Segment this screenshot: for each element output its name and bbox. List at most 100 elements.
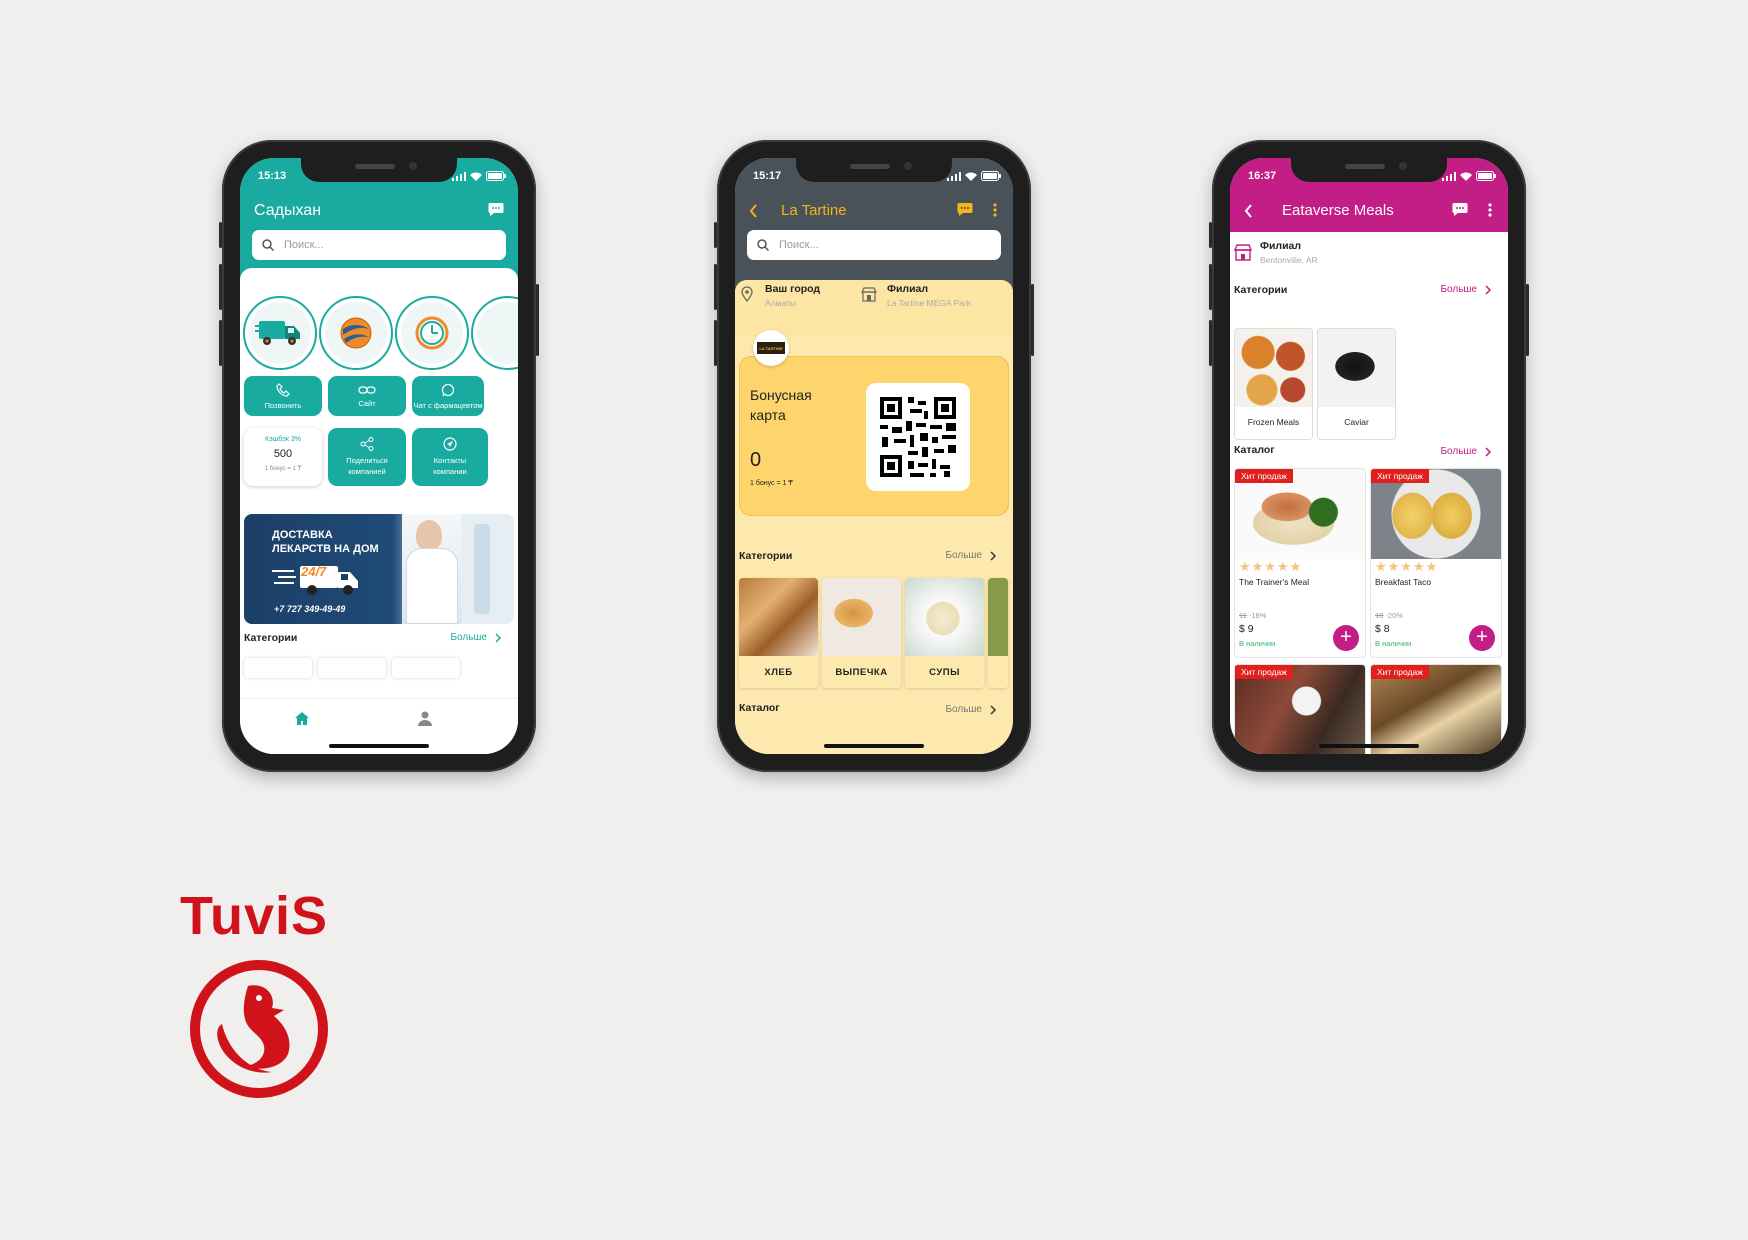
page-title: Eataverse Meals [1282,202,1394,219]
status-time: 15:13 [258,170,287,182]
call-label: Позвонить [264,400,302,410]
page-title: Садыхан [254,202,322,219]
add-to-cart-button[interactable]: + [1469,625,1495,651]
categories-more-link[interactable]: Больше [945,550,997,561]
share-company-button[interactable]: Поделиться компанией [328,428,406,486]
navigation-icon [443,437,457,451]
wifi-icon [470,172,482,181]
battery-icon [1476,171,1496,181]
call-button[interactable]: Позвонить [244,376,322,416]
product-card[interactable]: Хит продаж ★★★★★ Breakfast Taco 10 -20% … [1370,468,1502,658]
category-pastry[interactable]: ВЫПЕЧКА [822,578,901,688]
clock-icon [415,316,449,350]
bonus-card[interactable]: Бонусная карта 0 1 бонус = 1 ₸ [739,356,1009,516]
delivery-banner[interactable]: ДОСТАВКА ЛЕКАРСТВ НА ДОМ 24/7 +7 727 349… [244,514,514,624]
wifi-icon [965,172,977,181]
branch-value: Bentonville, AR [1260,255,1318,265]
status-time: 16:37 [1248,170,1277,182]
pharmacist-chat-button[interactable]: Чат с фармацевтом [412,376,484,416]
profile-icon[interactable] [418,711,432,731]
category-card[interactable] [392,658,460,678]
medicine-shelf-image [462,514,514,624]
category-label: Frozen Meals [1247,417,1300,427]
location-pin-icon [741,286,753,302]
more-label: Больше [945,704,982,715]
more-label: Больше [450,632,487,643]
qr-code-card[interactable] [866,383,970,491]
brand-logo: LA TARTINE [753,330,789,366]
cashback-card[interactable]: Кэшбэк 3% 500 1 бонус = 1 ₸ [244,428,322,486]
branch-selector[interactable]: Филиал La Tartine MEGA Park [887,283,981,308]
service-delivery[interactable] [243,296,317,370]
product-old-price: 11 -18% [1239,611,1267,620]
category-caviar[interactable]: Caviar [1317,328,1396,440]
category-soups[interactable]: СУПЫ [905,578,984,688]
home-indicator [824,744,924,748]
search-input[interactable]: Поиск... [252,230,506,260]
catalog-title: Каталог [1234,444,1275,456]
categories-more-link[interactable]: Больше [450,632,502,643]
search-placeholder: Поиск... [779,239,819,251]
category-card[interactable] [244,658,312,678]
link-icon [358,385,376,394]
back-arrow-icon[interactable] [1244,204,1253,218]
banner-headline: ДОСТАВКА ЛЕКАРСТВ НА ДОМ [272,528,379,556]
category-frozen-meals[interactable]: Frozen Meals [1234,328,1313,440]
search-input[interactable]: Поиск... [747,230,1001,260]
service-logo[interactable] [319,296,393,370]
product-card[interactable]: Хит продаж [1234,664,1366,754]
city-selector[interactable]: Ваш город Алматы [765,283,820,308]
home-icon[interactable] [294,711,310,731]
category-bread[interactable]: ХЛЕБ [739,578,818,688]
catalog-more-link[interactable]: Больше [945,704,997,715]
soup-image [905,578,984,656]
mute-switch [219,222,222,248]
category-more[interactable] [988,578,1008,688]
catalog-more-link[interactable]: Больше [1440,446,1492,457]
chevron-right-icon [990,550,997,561]
rating-stars: ★★★★★ [1375,559,1439,574]
doctor-image [402,514,462,624]
bird-logo-icon [190,960,328,1098]
category-label: Caviar [1344,417,1369,427]
product-stock: В наличии [1375,639,1412,648]
company-contacts-button[interactable]: Контакты компании [412,428,488,486]
add-to-cart-button[interactable]: + [1333,625,1359,651]
signal-icon [947,171,961,181]
chat-icon[interactable] [488,202,504,217]
product-card[interactable]: Хит продаж ★★★★★ The Trainer's Meal 11 -… [1234,468,1366,658]
product-card[interactable]: Хит продаж [1370,664,1502,754]
share-label: Поделиться компанией [346,456,388,476]
back-arrow-icon[interactable] [749,204,758,218]
website-button[interactable]: Сайт [328,376,406,416]
search-icon [757,239,769,251]
branch-selector[interactable]: Филиал Bentonville, AR [1260,240,1318,265]
globe-logo-icon [340,317,372,349]
volume-down-button [714,320,717,366]
store-icon [861,287,877,302]
product-stock: В наличии [1239,639,1276,648]
banner-line1: ДОСТАВКА [272,529,333,541]
chat-icon[interactable] [957,202,973,217]
status-time: 15:17 [753,170,782,182]
service-more[interactable] [471,296,518,370]
chat-icon[interactable] [1452,202,1468,217]
home-indicator [329,744,429,748]
category-label: ВЫПЕЧКА [822,656,901,688]
product-name: The Trainer's Meal [1239,577,1310,587]
signal-icon [1442,171,1456,181]
cashback-title: Кэшбэк 3% [265,436,301,443]
mute-switch [1209,222,1212,248]
search-placeholder: Поиск... [284,239,324,251]
screen: 15:17 La Tartine Поиск... Ваш город Алма… [735,158,1013,754]
chevron-right-icon [495,632,502,643]
more-vert-icon[interactable] [1488,203,1492,217]
branch-label: Филиал [887,283,929,295]
cashback-rate: 1 бонус = 1 ₸ [264,466,302,472]
branch-label: Филиал [1260,240,1302,252]
service-hours[interactable] [395,296,469,370]
category-card[interactable] [318,658,386,678]
categories-more-link[interactable]: Больше [1440,284,1492,295]
more-label: Больше [945,550,982,561]
more-vert-icon[interactable] [993,203,997,217]
